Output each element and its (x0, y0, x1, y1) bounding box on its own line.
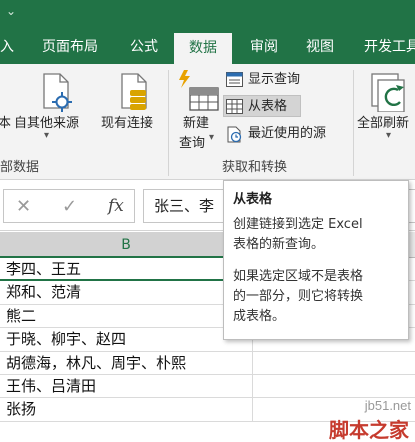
grid-cell[interactable]: 王伟、吕清田 (0, 374, 253, 398)
grid-cell[interactable]: 李四、王五 (0, 258, 253, 281)
new-query-icon[interactable] (176, 68, 222, 114)
recent-sources-icon (226, 126, 243, 143)
group-label-get-transform: 获取和转换 (222, 160, 288, 175)
from-other-sources-dropdown-icon[interactable]: ▾ (44, 130, 49, 141)
ribbon-separator (353, 70, 354, 176)
enter-icon[interactable]: ✓ (62, 196, 77, 217)
from-table-tooltip: 从表格 创建链接到选定 Excel 表格的新查询。 如果选定区域不是表格 的一部… (223, 180, 409, 340)
grid-cell[interactable]: 于晓、柳宇、赵四 (0, 328, 253, 351)
title-bar: ⌄ (0, 0, 415, 30)
new-query-label-line1[interactable]: 新建 (183, 112, 209, 131)
refresh-all-icon[interactable] (370, 72, 412, 113)
table-row: 王伟、吕清田 (0, 374, 415, 399)
existing-connections-icon[interactable] (116, 72, 152, 112)
group-label-external-data: 部数据 (0, 160, 40, 175)
tab-review[interactable]: 审阅 (242, 30, 286, 64)
from-table-button[interactable]: 从表格 (223, 95, 301, 117)
tooltip-spacer (233, 255, 399, 267)
tooltip-line: 的一部分，则它将转换 (233, 289, 364, 304)
from-table-label: 从表格 (248, 99, 288, 114)
ribbon-separator (168, 70, 169, 176)
tooltip-line: 表格的新查询。 (233, 237, 325, 252)
grid-cell[interactable]: 胡德海，林凡、周宇、朴熙 (0, 351, 253, 374)
watermark: jb51.net 脚本之家 (304, 398, 415, 442)
recent-sources-button[interactable]: 最近使用的源 (224, 123, 326, 145)
grid-cell[interactable]: 张扬 (0, 398, 253, 421)
grid-cell[interactable] (253, 352, 415, 374)
tab-data[interactable]: 数据 (174, 33, 232, 64)
from-other-sources-icon[interactable] (40, 72, 76, 112)
tab-developer[interactable]: 开发工具 (356, 30, 415, 64)
table-row: 胡德海，林凡、周宇、朴熙 (0, 351, 415, 375)
tab-page-layout[interactable]: 页面布局 (34, 30, 106, 64)
new-query-label-line2[interactable]: 查询 (179, 132, 205, 151)
formula-buttons: ✕ ✓ fx (3, 189, 135, 223)
tab-formulas[interactable]: 公式 (122, 30, 166, 64)
from-other-sources-label[interactable]: 自其他来源 (14, 112, 79, 131)
refresh-all-dropdown-icon[interactable]: ▾ (386, 130, 391, 141)
refresh-all-label[interactable]: 全部刷新 (357, 112, 409, 131)
tooltip-line: 成表格。 (233, 309, 286, 324)
tab-insert-partial[interactable]: 入 (0, 30, 14, 64)
quick-access-chevron-icon[interactable]: ⌄ (6, 4, 16, 18)
selection-border (0, 279, 254, 281)
grid-cell[interactable] (253, 375, 415, 397)
show-queries-icon (226, 72, 243, 87)
column-header-b[interactable]: B (0, 232, 253, 258)
watermark-name: 脚本之家 (329, 418, 409, 442)
tooltip-line: 创建链接到选定 Excel (233, 217, 363, 232)
from-text-label[interactable]: 本 (0, 112, 11, 131)
grid-cell[interactable]: 郑和、范清 (0, 281, 253, 304)
existing-connections-label[interactable]: 现有连接 (101, 112, 153, 131)
insert-function-icon[interactable]: fx (108, 196, 124, 216)
show-queries-label: 显示查询 (248, 72, 301, 87)
tab-view[interactable]: 视图 (298, 30, 342, 64)
ribbon-tab-row: 入 页面布局 公式 数据 审阅 视图 开发工具 (0, 30, 415, 64)
watermark-url: jb51.net (364, 398, 411, 413)
from-table-icon (226, 99, 243, 114)
ribbon-panel: 本 自其他来源 ▾ 现有连接 新建 查询 ▾ 显示查询 从表格 最近使用的源 全… (0, 64, 415, 180)
tooltip-title: 从表格 (233, 192, 273, 207)
cancel-icon[interactable]: ✕ (16, 196, 31, 217)
recent-sources-label: 最近使用的源 (248, 126, 327, 141)
new-query-dropdown-icon[interactable]: ▾ (209, 132, 214, 143)
grid-cell[interactable]: 熊二 (0, 304, 253, 328)
tooltip-line: 如果选定区域不是表格 (233, 269, 364, 284)
show-queries-button[interactable]: 显示查询 (224, 69, 300, 91)
